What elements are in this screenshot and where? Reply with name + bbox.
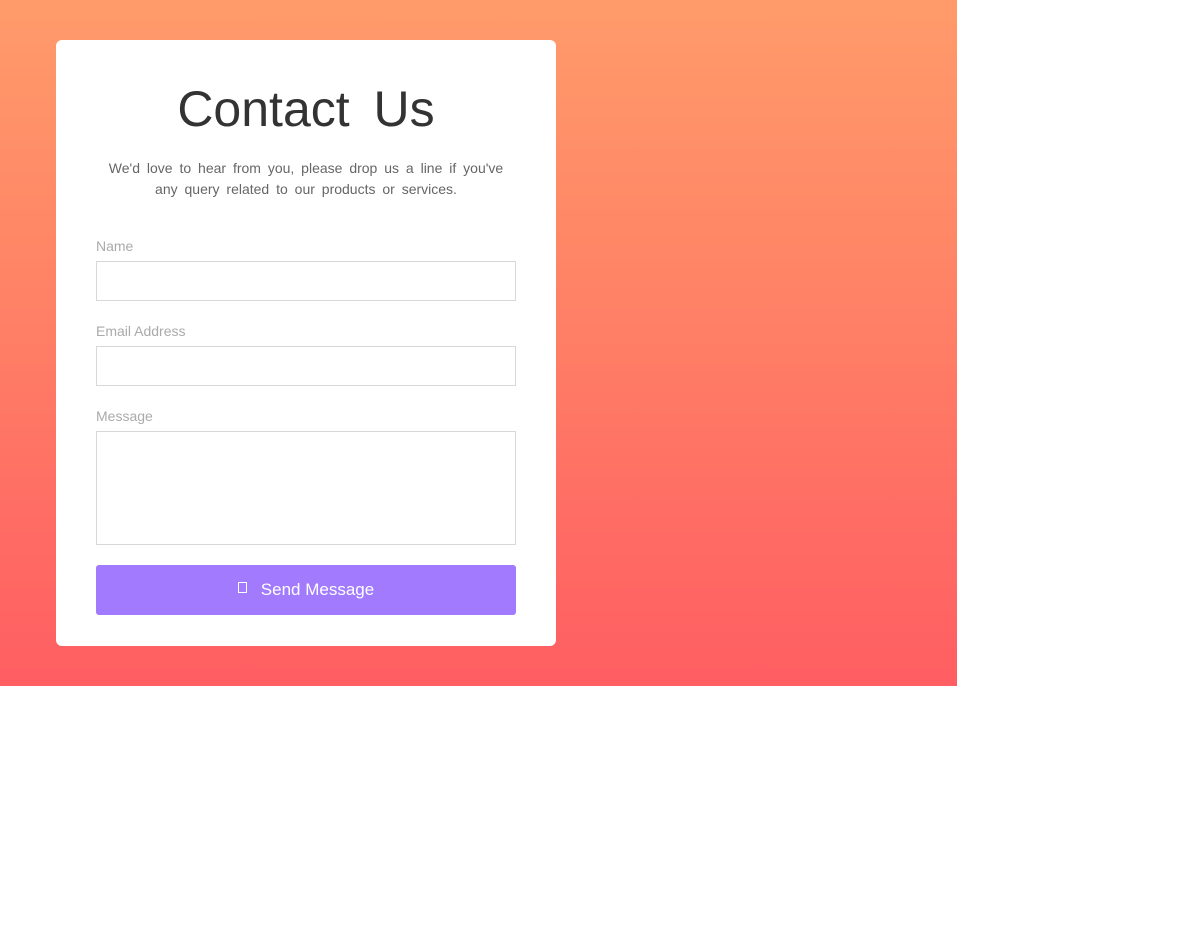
- page-subtitle: We'd love to hear from you, please drop …: [108, 160, 504, 197]
- name-field-group: Name: [96, 238, 516, 301]
- send-message-label: Send Message: [260, 580, 375, 599]
- email-field-group: Email Address: [96, 323, 516, 386]
- contact-form-card: Contact Us We'd love to hear from you, p…: [56, 40, 556, 646]
- email-label: Email Address: [96, 323, 186, 339]
- send-icon: [237, 581, 247, 593]
- hero-background: Contact Us We'd love to hear from you, p…: [0, 0, 957, 686]
- message-textarea[interactable]: [96, 431, 516, 545]
- name-input[interactable]: [96, 261, 516, 301]
- message-label: Message: [96, 408, 153, 424]
- email-input[interactable]: [96, 346, 516, 386]
- page-title: Contact Us: [177, 81, 435, 137]
- name-label: Name: [96, 238, 134, 254]
- message-field-group: Message: [96, 408, 516, 545]
- send-message-button[interactable]: Send Message: [96, 565, 516, 615]
